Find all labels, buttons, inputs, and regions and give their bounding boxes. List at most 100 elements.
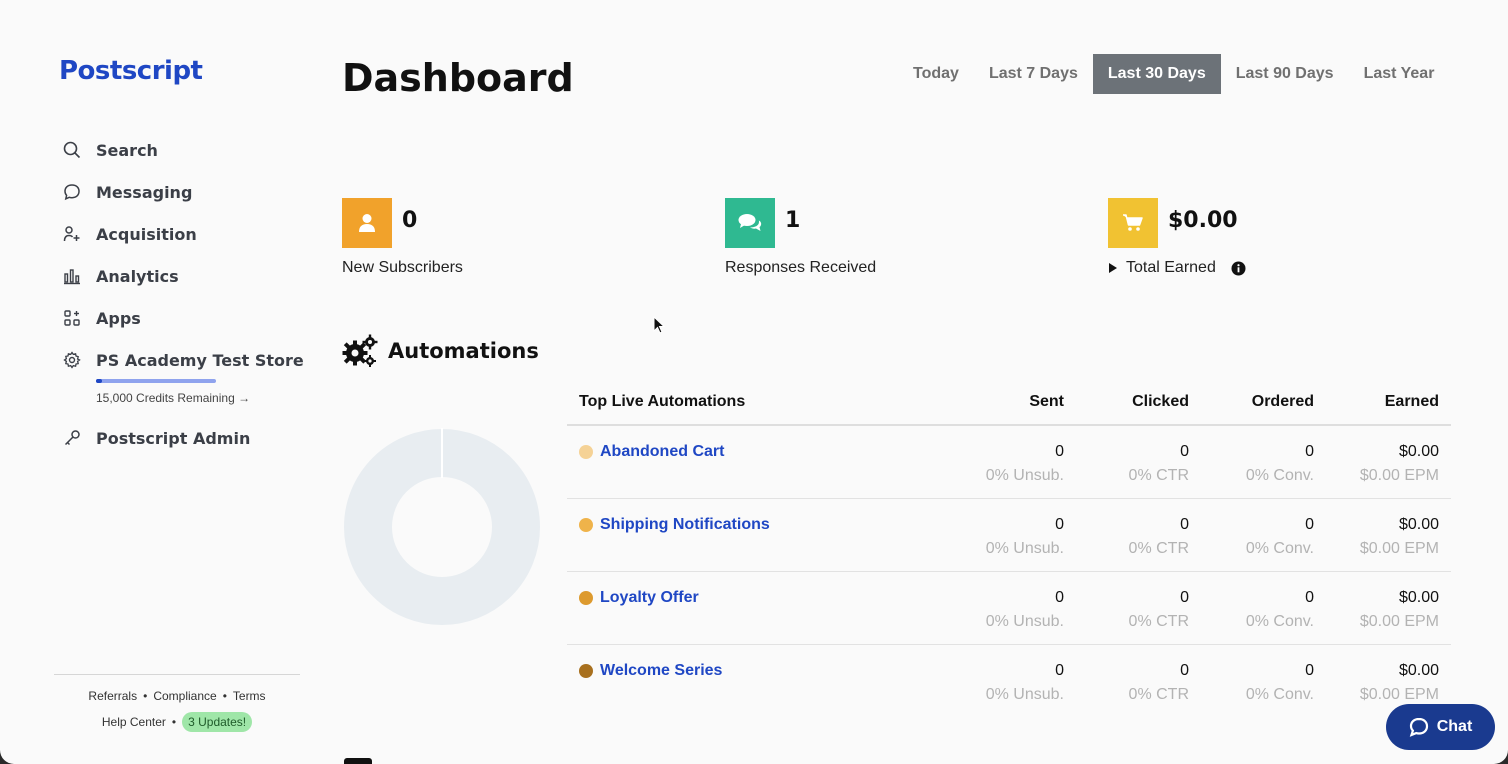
nav-label: Search xyxy=(96,140,158,160)
chat-icon xyxy=(1409,717,1428,737)
cart-icon xyxy=(1108,198,1158,248)
automations-table: Top Live Automations Sent Clicked Ordere… xyxy=(567,384,1451,718)
footer-links-row-1: Referrals • Compliance • Terms xyxy=(54,689,300,703)
nav-label: Messaging xyxy=(96,182,193,202)
date-range-tabs: Today Last 7 Days Last 30 Days Last 90 D… xyxy=(898,54,1449,94)
nav-label: Acquisition xyxy=(96,224,197,244)
earned-sub: $0.00 EPM xyxy=(1359,613,1439,630)
section-title-label: Automations xyxy=(388,339,539,363)
table-header: Top Live Automations Sent Clicked Ordere… xyxy=(567,384,1451,426)
automation-link[interactable]: Loyalty Offer xyxy=(579,589,699,607)
key-icon xyxy=(62,428,82,448)
automation-link[interactable]: Abandoned Cart xyxy=(579,443,724,461)
apps-grid-icon xyxy=(62,308,82,328)
clicked-sub: 0% CTR xyxy=(1128,686,1189,703)
user-icon xyxy=(342,198,392,248)
table-row: Welcome Series 0 0% Unsub. 0 0% CTR 0 0% Co… xyxy=(567,645,1451,718)
range-tab-last-30-days[interactable]: Last 30 Days xyxy=(1092,54,1221,94)
range-tab-last-7-days[interactable]: Last 7 Days xyxy=(974,54,1093,94)
ordered-sub: 0% Conv. xyxy=(1245,686,1314,703)
automation-link[interactable]: Shipping Notifications xyxy=(579,516,770,534)
terms-link[interactable]: Terms xyxy=(233,689,266,703)
column-header-earned: Earned xyxy=(1384,393,1439,410)
clicked-value: 0 xyxy=(1180,662,1189,679)
postscript-logo[interactable]: Postscript xyxy=(59,56,203,86)
stat-value: 1 xyxy=(785,208,801,233)
separator-dot: • xyxy=(171,715,177,729)
gears-icon xyxy=(342,334,378,367)
chat-button[interactable]: Chat xyxy=(1386,704,1495,750)
help-center-link[interactable]: Help Center xyxy=(102,715,166,729)
credits-progress-bar xyxy=(96,379,216,383)
stat-label: Total Earned xyxy=(1126,259,1216,276)
status-dot xyxy=(579,518,593,532)
clicked-sub: 0% CTR xyxy=(1128,613,1189,630)
stat-value: $0.00 xyxy=(1168,208,1238,233)
nav-label: Analytics xyxy=(96,266,179,286)
clicked-sub: 0% CTR xyxy=(1128,467,1189,484)
automations-donut-chart xyxy=(344,428,540,625)
earned-value: $0.00 xyxy=(1398,662,1439,679)
table-row: Abandoned Cart 0 0% Unsub. 0 0% CTR 0 0% Co… xyxy=(567,426,1451,499)
column-header-sent: Sent xyxy=(1029,393,1064,410)
column-header-clicked: Clicked xyxy=(1132,393,1189,410)
earned-value: $0.00 xyxy=(1398,443,1439,460)
user-plus-icon xyxy=(62,224,82,244)
nav-search[interactable]: Search xyxy=(62,138,158,162)
table-row: Loyalty Offer 0 0% Unsub. 0 0% CTR 0 0% Con… xyxy=(567,572,1451,645)
compliance-link[interactable]: Compliance xyxy=(153,689,216,703)
sent-sub: 0% Unsub. xyxy=(985,613,1064,630)
nav-label: Apps xyxy=(96,308,141,328)
sent-value: 0 xyxy=(1055,443,1064,460)
nav-postscript-admin[interactable]: Postscript Admin xyxy=(62,426,250,450)
ordered-value: 0 xyxy=(1305,589,1314,606)
referrals-link[interactable]: Referrals xyxy=(88,689,137,703)
sent-value: 0 xyxy=(1055,662,1064,679)
range-tab-last-year[interactable]: Last Year xyxy=(1349,54,1450,94)
ordered-sub: 0% Conv. xyxy=(1245,540,1314,557)
ordered-value: 0 xyxy=(1305,516,1314,533)
table-row: Shipping Notifications 0 0% Unsub. 0 0% CT… xyxy=(567,499,1451,572)
page-title: Dashboard xyxy=(342,56,574,100)
ordered-sub: 0% Conv. xyxy=(1245,613,1314,630)
nav-messaging[interactable]: Messaging xyxy=(62,180,192,204)
stat-value: 0 xyxy=(402,208,418,233)
earned-sub: $0.00 EPM xyxy=(1359,467,1439,484)
nav-apps[interactable]: Apps xyxy=(62,306,141,330)
updates-badge[interactable]: 3 Updates! xyxy=(182,712,253,732)
ordered-sub: 0% Conv. xyxy=(1245,467,1314,484)
clicked-value: 0 xyxy=(1180,516,1189,533)
ordered-value: 0 xyxy=(1305,662,1314,679)
automation-name: Shipping Notifications xyxy=(600,516,770,533)
nav-store-settings[interactable]: PS Academy Test Store xyxy=(62,348,304,372)
mouse-cursor-icon xyxy=(653,316,666,334)
automation-link[interactable]: Welcome Series xyxy=(579,662,722,680)
stat-label: New Subscribers xyxy=(342,259,463,276)
sent-sub: 0% Unsub. xyxy=(985,686,1064,703)
sent-value: 0 xyxy=(1055,589,1064,606)
range-tab-today[interactable]: Today xyxy=(898,54,974,94)
credits-progress-fill xyxy=(96,379,102,383)
range-tab-last-90-days[interactable]: Last 90 Days xyxy=(1221,54,1349,94)
total-earned-toggle[interactable]: Total Earned xyxy=(1108,259,1246,277)
info-icon[interactable] xyxy=(1231,261,1246,276)
credits-remaining-link[interactable]: 15,000 Credits Remaining → xyxy=(96,391,250,405)
nav-acquisition[interactable]: Acquisition xyxy=(62,222,197,246)
clicked-value: 0 xyxy=(1180,589,1189,606)
footer-links-row-2: Help Center • 3 Updates! xyxy=(54,712,300,732)
status-dot xyxy=(579,591,593,605)
nav-analytics[interactable]: Analytics xyxy=(62,264,179,288)
sent-sub: 0% Unsub. xyxy=(985,540,1064,557)
nav-label: Postscript Admin xyxy=(96,428,251,448)
sent-sub: 0% Unsub. xyxy=(985,467,1064,484)
nav-label: PS Academy Test Store xyxy=(96,350,304,370)
separator-dot: • xyxy=(143,689,148,703)
earned-value: $0.00 xyxy=(1398,516,1439,533)
gear-icon xyxy=(62,350,82,370)
automation-name: Welcome Series xyxy=(600,662,723,679)
next-section-icon xyxy=(344,758,372,764)
status-dot xyxy=(579,445,593,459)
separator-dot: • xyxy=(222,689,227,703)
chat-label: Chat xyxy=(1436,718,1473,735)
chat-bubble-icon xyxy=(62,182,82,202)
